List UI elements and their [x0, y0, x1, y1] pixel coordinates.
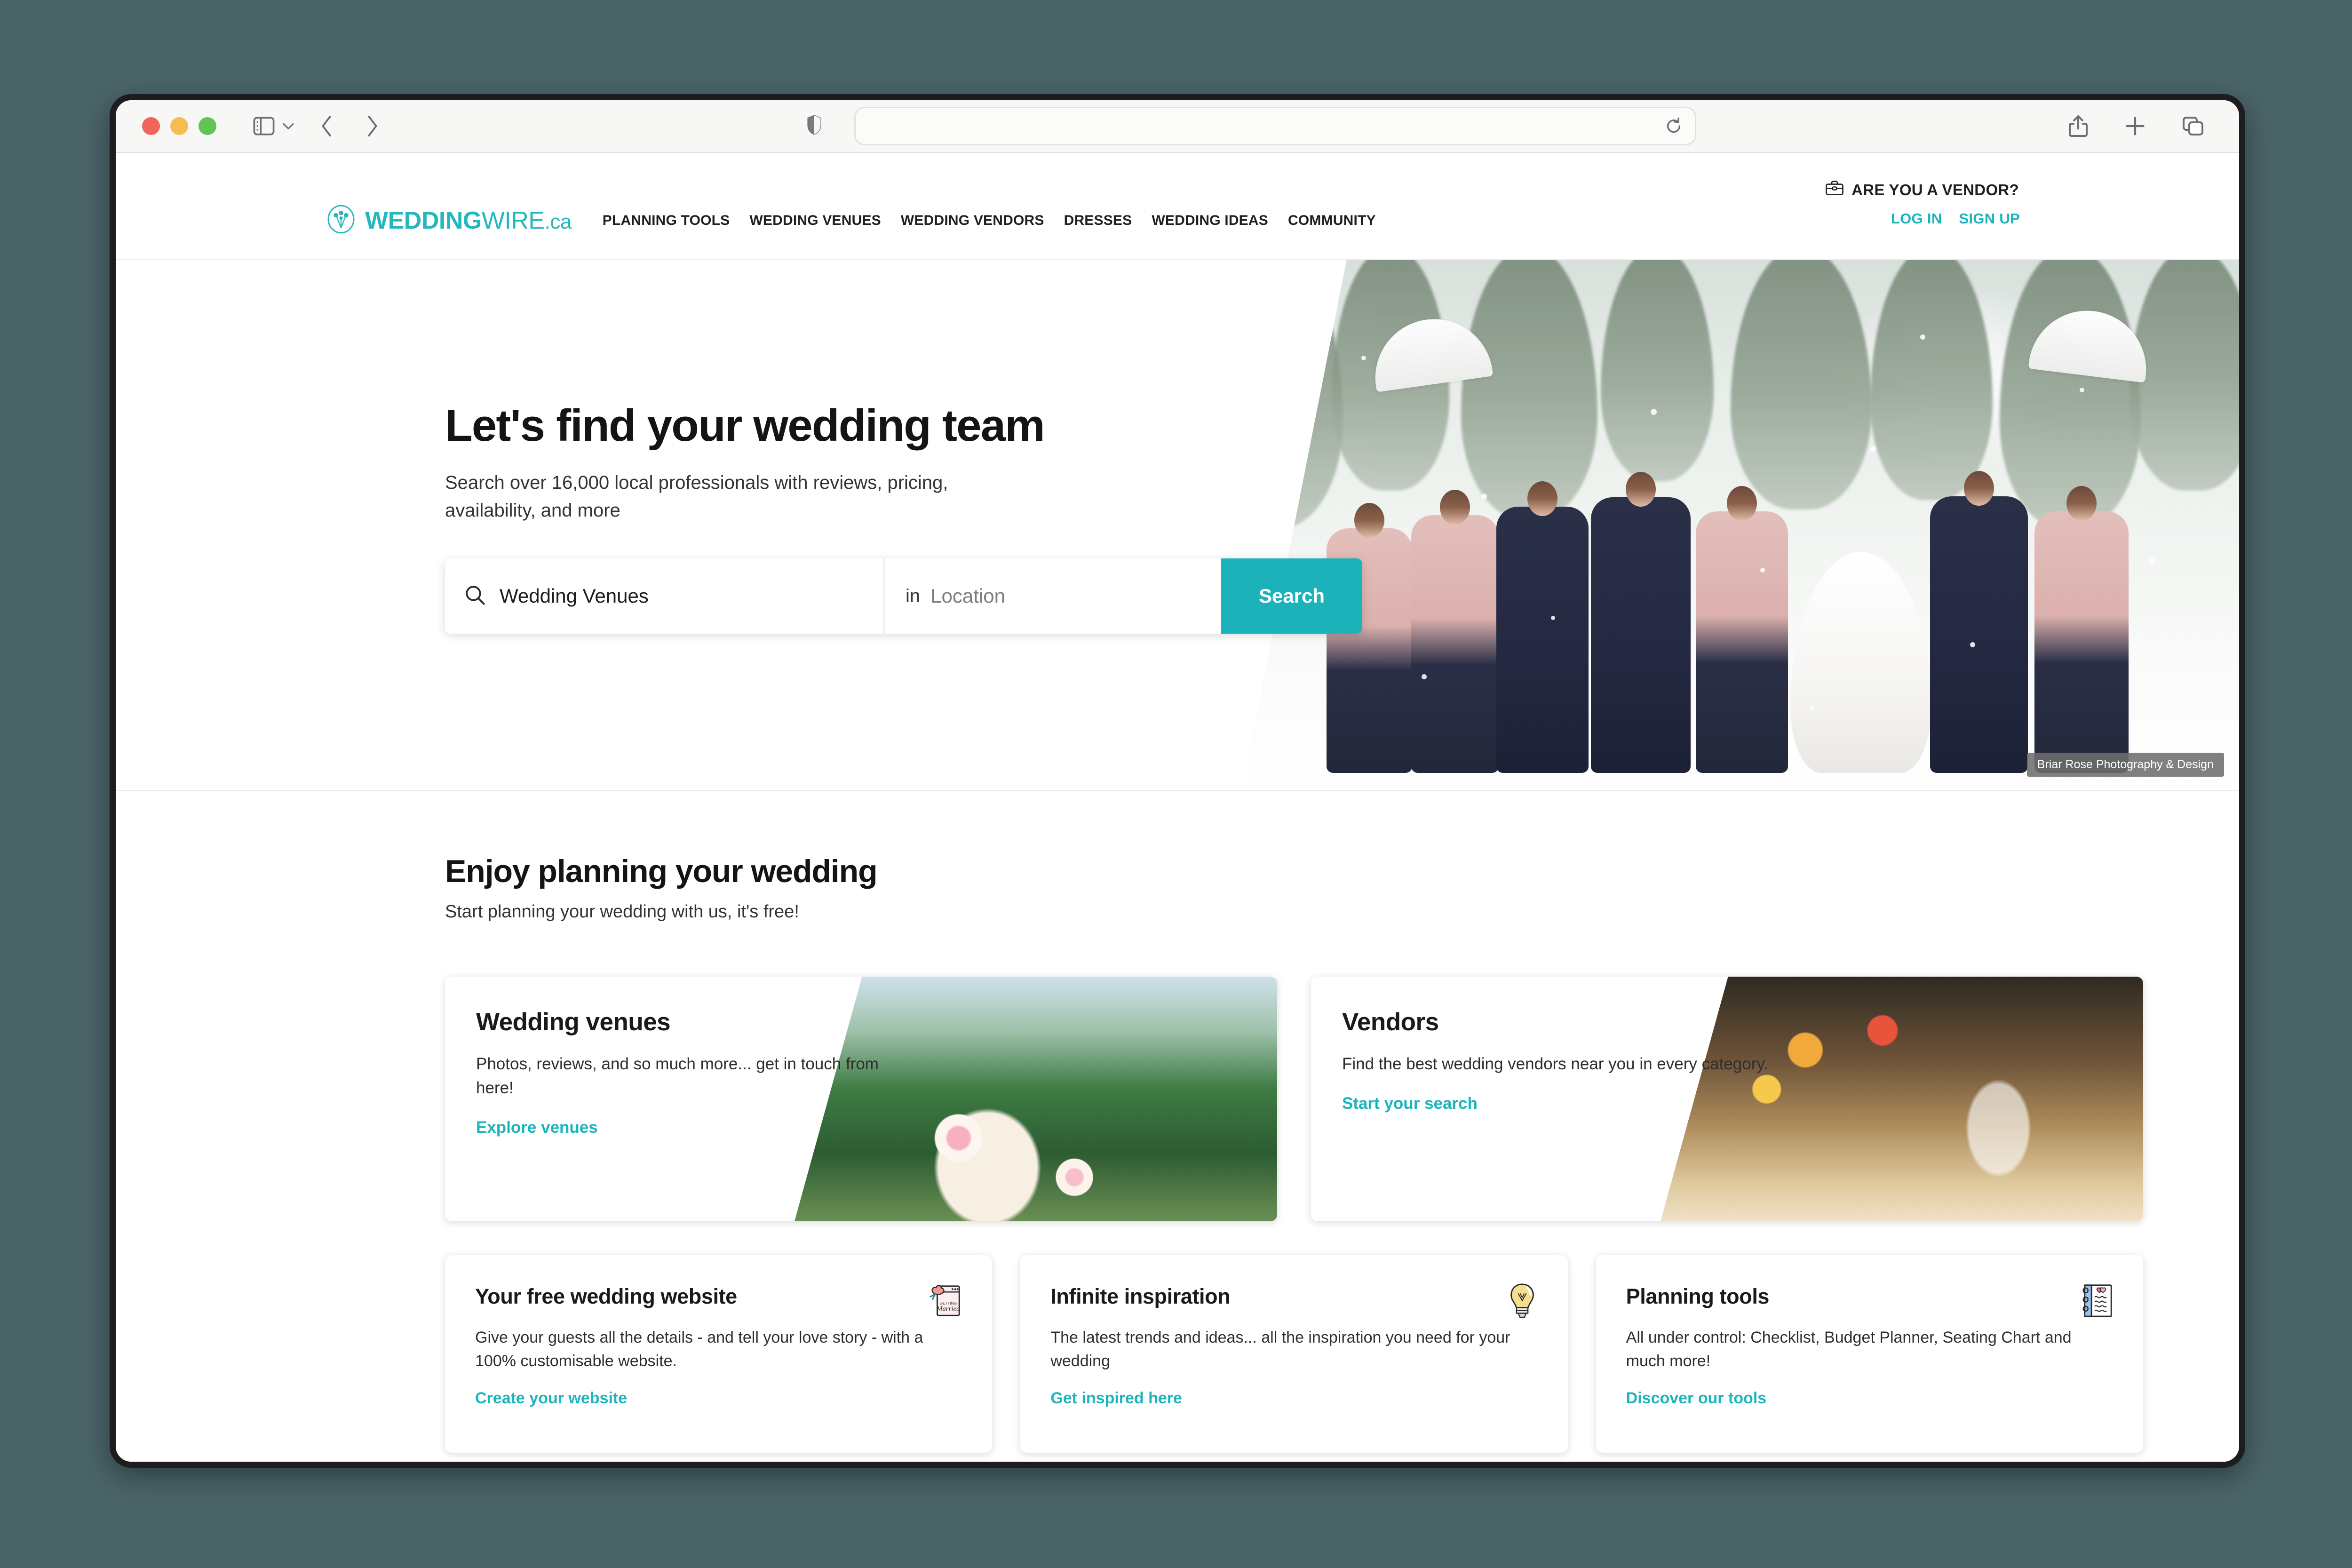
page-viewport: ARE YOU A VENDOR? WEDDINGWIRE.ca PLANNIN… [116, 153, 2239, 1462]
hero-subtitle: Search over 16,000 local professionals w… [445, 472, 948, 521]
card-vendors[interactable]: Vendors Find the best wedding vendors ne… [1311, 977, 2143, 1221]
site-header: ARE YOU A VENDOR? WEDDINGWIRE.ca PLANNIN… [116, 153, 2239, 260]
briefcase-icon [1825, 180, 1844, 199]
search-icon [465, 585, 485, 608]
search-category-field[interactable]: Wedding Venues [445, 558, 885, 634]
planning-title: Enjoy planning your wedding [445, 853, 878, 889]
tab-overview-icon[interactable] [2182, 115, 2204, 137]
card-text: Wedding venues Photos, reviews, and so m… [445, 977, 911, 1137]
card-wedding-website[interactable]: Your free wedding website Give your gues… [445, 1255, 993, 1453]
card-title: Planning tools [1626, 1284, 1770, 1308]
card-title: Vendors [1342, 1008, 1439, 1036]
back-icon[interactable] [319, 114, 335, 138]
card-description: Photos, reviews, and so much more... get… [476, 1055, 879, 1097]
shield-icon[interactable] [806, 115, 822, 138]
hero-photo-image [1242, 260, 2239, 790]
logo-bold: WEDDING [365, 207, 482, 234]
search-button[interactable]: Search [1221, 558, 1362, 634]
nav-item-dresses[interactable]: DRESSES [1064, 213, 1132, 229]
nav-item-wedding-ideas[interactable]: WEDDING IDEAS [1152, 213, 1268, 229]
weddingwire-logo[interactable]: WEDDINGWIRE.ca [326, 205, 572, 236]
card-title: Infinite inspiration [1050, 1284, 1231, 1308]
reload-icon[interactable] [1665, 117, 1683, 135]
lightbulb-icon [1505, 1282, 1540, 1321]
browser-window: ARE YOU A VENDOR? WEDDINGWIRE.ca PLANNIN… [110, 94, 2245, 1468]
photo-credit-badge: Briar Rose Photography & Design [2026, 753, 2224, 777]
main-navigation: PLANNING TOOLS WEDDING VENUES WEDDING VE… [603, 213, 1376, 229]
search-location-field[interactable]: in Location [885, 558, 1221, 634]
auth-links: LOG IN SIGN UP [1891, 210, 2020, 227]
search-in-label: in [906, 585, 921, 606]
svg-text:Married: Married [936, 1305, 960, 1313]
big-cards-row: Wedding venues Photos, reviews, and so m… [445, 977, 2143, 1221]
create-website-link[interactable]: Create your website [475, 1389, 962, 1408]
small-cards-row: Your free wedding website Give your gues… [445, 1255, 2143, 1453]
search-location-placeholder: Location [930, 585, 1005, 607]
svg-text:GETTING: GETTING [940, 1301, 957, 1305]
new-tab-icon[interactable] [2124, 115, 2146, 137]
minimize-window-button[interactable] [170, 117, 188, 135]
card-text: Vendors Find the best wedding vendors ne… [1311, 977, 1777, 1113]
hero-title: Let's find your wedding team [445, 400, 1045, 451]
hero-search-bar: Wedding Venues in Location Search [445, 558, 1362, 634]
planning-subtitle: Start planning your wedding with us, it'… [445, 902, 799, 922]
sign-up-link[interactable]: SIGN UP [1959, 210, 2020, 227]
card-title: Wedding venues [476, 1008, 671, 1036]
forward-icon[interactable] [364, 114, 380, 138]
nav-item-wedding-vendors[interactable]: WEDDING VENDORS [901, 213, 1044, 229]
browser-titlebar [116, 100, 2239, 153]
nav-item-wedding-venues[interactable]: WEDDING VENUES [749, 213, 881, 229]
notebook-icon [2080, 1282, 2115, 1321]
window-traffic-lights [142, 117, 216, 135]
hero-photo: Briar Rose Photography & Design [1242, 260, 2239, 790]
card-infinite-inspiration[interactable]: Infinite inspiration The latest trends a… [1020, 1255, 1568, 1453]
start-your-search-link[interactable]: Start your search [1342, 1094, 1777, 1113]
close-window-button[interactable] [142, 117, 160, 135]
card-title: Your free wedding website [475, 1284, 737, 1308]
card-description: The latest trends and ideas... all the i… [1050, 1329, 1510, 1370]
zoom-window-button[interactable] [199, 117, 216, 135]
are-you-a-vendor-link[interactable]: ARE YOU A VENDOR? [1825, 180, 2019, 199]
explore-venues-link[interactable]: Explore venues [476, 1118, 911, 1137]
discover-tools-link[interactable]: Discover our tools [1626, 1389, 2113, 1408]
wedding-invitation-icon: GETTING Married [927, 1282, 964, 1321]
card-description: Give your guests all the details - and t… [475, 1329, 923, 1370]
card-planning-tools[interactable]: Planning tools All under control: Checkl… [1596, 1255, 2143, 1453]
card-description: All under control: Checklist, Budget Pla… [1626, 1329, 2072, 1370]
url-bar[interactable] [854, 107, 1696, 145]
share-icon[interactable] [2068, 114, 2089, 138]
hero-copy: Let's find your wedding team Search over… [445, 401, 1376, 634]
card-wedding-venues[interactable]: Wedding venues Photos, reviews, and so m… [445, 977, 1277, 1221]
titlebar-right-actions [2068, 114, 2204, 138]
flower-logo-icon [326, 205, 356, 236]
search-category-value: Wedding Venues [500, 585, 649, 607]
sidebar-icon[interactable] [253, 117, 275, 135]
hero-section: Briar Rose Photography & Design Let's fi… [116, 260, 2239, 791]
get-inspired-link[interactable]: Get inspired here [1050, 1389, 1537, 1408]
nav-item-community[interactable]: COMMUNITY [1288, 213, 1376, 229]
logo-tld: .ca [544, 210, 572, 233]
nav-item-planning-tools[interactable]: PLANNING TOOLS [603, 213, 730, 229]
planning-section: Enjoy planning your wedding Start planni… [116, 791, 2239, 1453]
card-description: Find the best wedding vendors near you i… [1342, 1055, 1768, 1073]
logo-wordmark: WEDDINGWIRE.ca [365, 207, 572, 235]
logo-light: WIRE [481, 207, 545, 234]
chevron-down-icon[interactable] [282, 122, 294, 130]
log-in-link[interactable]: LOG IN [1891, 210, 1942, 227]
vendor-prompt-label: ARE YOU A VENDOR? [1851, 181, 2019, 199]
